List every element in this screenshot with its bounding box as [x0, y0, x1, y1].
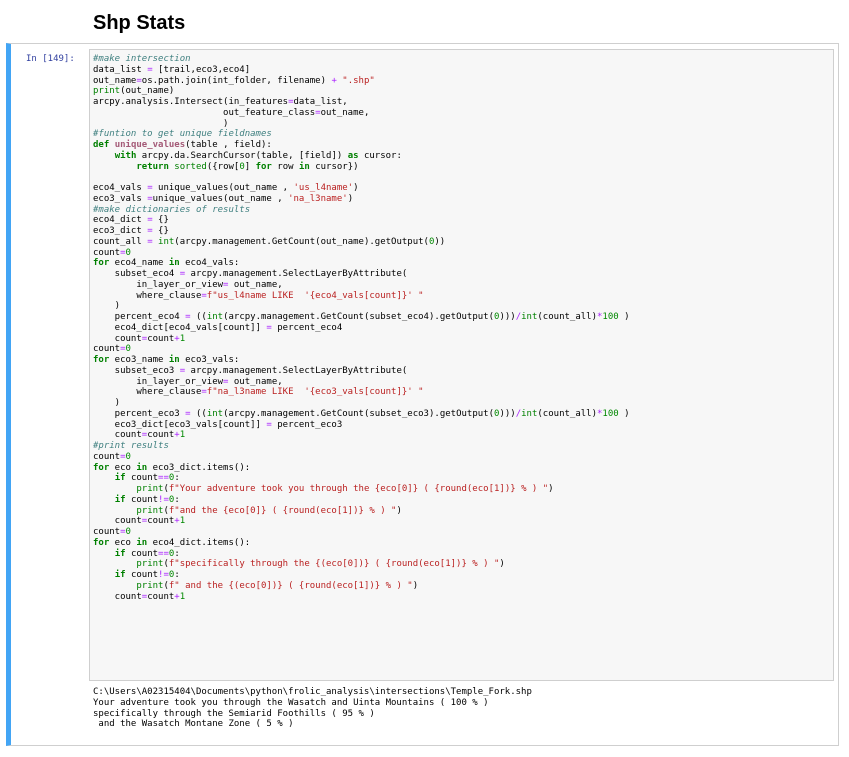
code-line: ) — [93, 301, 121, 312]
code-line: #print results — [93, 441, 169, 451]
code-line: eco4_dict[eco4_vals[count]] = percent_ec… — [93, 322, 343, 333]
code-line: subset_eco4 = arcpy.management.SelectLay… — [93, 269, 408, 279]
code-line: where_clause=f"na_l3name LIKE '{eco3_val… — [93, 387, 424, 398]
code-line: #make intersection — [93, 54, 191, 64]
code-line: ) — [93, 118, 229, 129]
output-line: Your adventure took you through the Wasa… — [93, 697, 489, 708]
code-line: count=count+1 — [93, 430, 186, 441]
code-line: eco4_vals = unique_values(out_name , 'us… — [93, 183, 359, 193]
code-line: if count!=0: — [114, 570, 180, 580]
code-line: count=count+1 — [93, 333, 186, 344]
output-line: C:\Users\A02315404\Documents\python\frol… — [93, 687, 532, 697]
code-line: if count==0: — [114, 473, 180, 484]
code-line: data_list = [trail,eco3,eco4] — [93, 64, 251, 75]
code-line: arcpy.analysis.Intersect(in_features=dat… — [93, 97, 348, 107]
section-heading: Shp Stats — [93, 12, 186, 34]
code-line: #make dictionaries of results — [93, 204, 251, 215]
code-line: for eco in eco4_dict.items(): — [93, 537, 251, 548]
code-line: ) — [93, 398, 121, 408]
code-line: with arcpy.da.SearchCursor(table, [field… — [114, 150, 402, 161]
code-editor[interactable]: #make intersection data_list = [trail,eco… — [93, 54, 630, 602]
code-line: print(f"and the {eco[0]} ( {round(eco[1]… — [136, 505, 402, 516]
code-line: count=0 — [93, 527, 131, 537]
code-line: count_all = int(arcpy.management.GetCoun… — [93, 236, 446, 247]
code-line: count=count+1 — [93, 516, 186, 527]
code-line: count=0 — [93, 451, 131, 462]
code-line: for eco in eco3_dict.items(): — [93, 462, 251, 473]
code-line: eco3_dict[eco3_vals[count]] = percent_ec… — [93, 419, 343, 430]
cell-output: C:\Users\A02315404\Documents\python\frol… — [93, 687, 532, 730]
code-line: return sorted({row[0] for row in cursor}… — [136, 161, 359, 172]
code-line: if count==0: — [114, 548, 180, 559]
output-line: and the Wasatch Montane Zone ( 5 % ) — [93, 719, 294, 730]
code-line: count=count+1 — [93, 591, 186, 602]
code-line: subset_eco3 = arcpy.management.SelectLay… — [93, 365, 408, 376]
code-line: out_feature_class=out_name, — [93, 107, 370, 118]
code-line: count=0 — [93, 344, 131, 355]
code-line: print(f"Your adventure took you through … — [136, 484, 554, 494]
code-line: #funtion to get unique fieldnames — [93, 129, 272, 140]
code-line: eco3_vals =unique_values(out_name , 'na_… — [93, 193, 354, 204]
input-prompt: In [149]: — [26, 54, 75, 64]
code-line: print(out_name) — [93, 86, 175, 97]
code-line: percent_eco4 = ((int(arcpy.management.Ge… — [93, 312, 630, 322]
code-line: print(f"specifically through the {(eco[0… — [136, 559, 505, 570]
code-line: out_name=os.path.join(int_folder, filena… — [93, 75, 375, 86]
code-line: for eco3_name in eco3_vals: — [93, 355, 240, 365]
code-line: in_layer_or_view= out_name, — [93, 279, 283, 290]
code-line: where_clause=f"us_l4name LIKE '{eco4_val… — [93, 290, 424, 301]
code-line: percent_eco3 = ((int(arcpy.management.Ge… — [93, 408, 630, 419]
code-line: def unique_values(table , field): — [93, 140, 272, 150]
code-line: eco3_dict = {} — [93, 226, 169, 236]
code-line: eco4_dict = {} — [93, 215, 169, 226]
code-line: if count!=0: — [114, 494, 180, 505]
code-line: count=0 — [93, 247, 131, 258]
output-line: specifically through the Semiarid Foothi… — [93, 708, 375, 719]
code-line: for eco4_name in eco4_vals: — [93, 258, 240, 269]
code-line: print(f" and the {(eco[0])} ( {round(eco… — [136, 580, 419, 591]
code-line: in_layer_or_view= out_name, — [93, 376, 283, 387]
